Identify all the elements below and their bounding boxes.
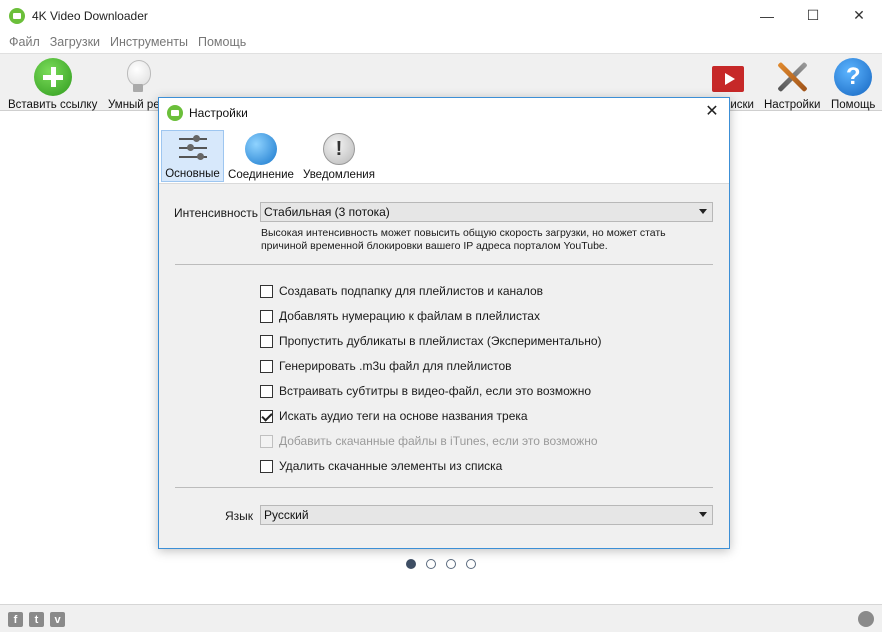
tab-connection[interactable]: Соединение xyxy=(227,130,295,182)
settings-tabs: Основные Соединение ! Уведомления xyxy=(159,128,729,184)
menu-help[interactable]: Помощь xyxy=(193,35,251,49)
checkbox[interactable] xyxy=(260,334,273,348)
checkbox-disabled xyxy=(260,434,273,448)
tab-notifications-label: Уведомления xyxy=(303,169,375,181)
option-generate-m3u[interactable]: Генерировать .m3u файл для плейлистов xyxy=(260,359,512,373)
settings-button[interactable]: Настройки xyxy=(764,56,820,111)
settings-label: Настройки xyxy=(764,99,821,111)
option-label: Создавать подпапку для плейлистов и кана… xyxy=(279,284,544,298)
subscriptions-icon xyxy=(709,58,747,96)
menu-bar: Файл Загрузки Инструменты Помощь xyxy=(0,31,882,53)
tab-general-label: Основные xyxy=(165,168,220,180)
checkbox[interactable] xyxy=(260,309,273,323)
checkbox[interactable] xyxy=(260,384,273,398)
option-skip-duplicates[interactable]: Пропустить дубликаты в плейлистах (Экспе… xyxy=(260,334,602,348)
option-label: Пропустить дубликаты в плейлистах (Экспе… xyxy=(279,334,602,348)
option-embed-subtitles[interactable]: Встраивать субтитры в видео-файл, если э… xyxy=(260,384,591,398)
pager-dot-2[interactable] xyxy=(426,559,436,569)
pager xyxy=(406,559,476,569)
dialog-close-icon[interactable]: ✕ xyxy=(704,104,720,120)
intensity-value: Стабильная (3 потока) xyxy=(264,205,390,219)
option-label: Встраивать субтитры в видео-файл, если э… xyxy=(279,384,592,398)
checkbox-checked[interactable] xyxy=(260,409,273,423)
checkbox[interactable] xyxy=(260,359,273,373)
globe-icon[interactable] xyxy=(858,611,874,627)
option-remove-downloaded[interactable]: Удалить скачанные элементы из списка xyxy=(260,459,502,473)
hint-line-1: Высокая интенсивность может повысить общ… xyxy=(261,227,666,239)
tools-icon xyxy=(773,58,811,96)
option-audio-tags[interactable]: Искать аудио теги на основе названия тре… xyxy=(260,409,528,423)
dialog-title: Настройки xyxy=(189,106,248,120)
divider-top xyxy=(175,264,713,265)
lightbulb-icon xyxy=(125,58,151,96)
twitter-icon[interactable]: t xyxy=(29,612,44,627)
app-logo-icon xyxy=(9,7,25,24)
dialog-logo-icon xyxy=(167,105,183,121)
maximize-button[interactable]: ☐ xyxy=(790,0,836,31)
hint-line-2: причиной временной блокировки вашего IP … xyxy=(261,240,608,252)
option-add-itunes: Добавить скачанные файлы в iTunes, если … xyxy=(260,434,598,448)
help-label: Помощь xyxy=(831,99,876,111)
close-button[interactable]: ✕ xyxy=(836,0,882,31)
intensity-label: Интенсивность xyxy=(174,206,259,220)
dialog-title-bar: Настройки ✕ xyxy=(159,98,729,128)
intensity-hint: Высокая интенсивность может повысить общ… xyxy=(261,227,666,253)
language-label: Язык xyxy=(225,509,254,523)
tab-general[interactable]: Основные xyxy=(161,130,224,182)
help-icon: ? xyxy=(834,58,873,96)
menu-downloads[interactable]: Загрузки xyxy=(45,35,105,49)
checkbox[interactable] xyxy=(260,284,273,298)
add-icon xyxy=(33,58,72,96)
intensity-select[interactable]: Стабильная (3 потока) xyxy=(260,202,713,222)
title-bar: 4K Video Downloader — ☐ ✕ xyxy=(0,0,882,31)
language-select[interactable]: Русский xyxy=(260,505,713,525)
language-value: Русский xyxy=(264,508,309,522)
option-label: Добавлять нумерацию к файлам в плейлиста… xyxy=(279,309,540,323)
exclamation-icon: ! xyxy=(323,133,355,165)
vimeo-icon[interactable]: v xyxy=(50,612,65,627)
tab-connection-label: Соединение xyxy=(228,169,294,181)
option-label: Искать аудио теги на основе названия тре… xyxy=(279,409,528,423)
settings-dialog: Настройки ✕ Основные Соединение ! Уведом… xyxy=(158,97,730,549)
option-create-subfolder[interactable]: Создавать подпапку для плейлистов и кана… xyxy=(260,284,543,298)
checkbox[interactable] xyxy=(260,459,273,473)
option-label: Добавить скачанные файлы в iTunes, если … xyxy=(279,434,598,448)
paste-link-button[interactable]: Вставить ссылку xyxy=(8,56,97,111)
window-title: 4K Video Downloader xyxy=(32,8,148,23)
facebook-icon[interactable]: f xyxy=(8,612,23,627)
menu-tools[interactable]: Инструменты xyxy=(105,35,193,49)
menu-file[interactable]: Файл xyxy=(4,35,45,49)
network-globe-icon xyxy=(245,133,277,165)
option-add-numbering[interactable]: Добавлять нумерацию к файлам в плейлиста… xyxy=(260,309,540,323)
chevron-down-icon xyxy=(699,209,707,214)
status-bar: f t v xyxy=(0,604,882,632)
chevron-down-icon xyxy=(699,512,707,517)
pager-dot-3[interactable] xyxy=(446,559,456,569)
tab-notifications[interactable]: ! Уведомления xyxy=(301,130,377,182)
pager-dot-1[interactable] xyxy=(406,559,416,569)
option-label: Удалить скачанные элементы из списка xyxy=(279,459,503,473)
help-button[interactable]: ? Помощь xyxy=(831,56,875,111)
window-controls: — ☐ ✕ xyxy=(744,0,882,31)
option-label: Генерировать .m3u файл для плейлистов xyxy=(279,359,512,373)
pager-dot-4[interactable] xyxy=(466,559,476,569)
paste-link-label: Вставить ссылку xyxy=(8,99,98,111)
minimize-button[interactable]: — xyxy=(744,0,790,31)
sliders-icon xyxy=(177,132,209,164)
divider-bottom xyxy=(175,487,713,488)
